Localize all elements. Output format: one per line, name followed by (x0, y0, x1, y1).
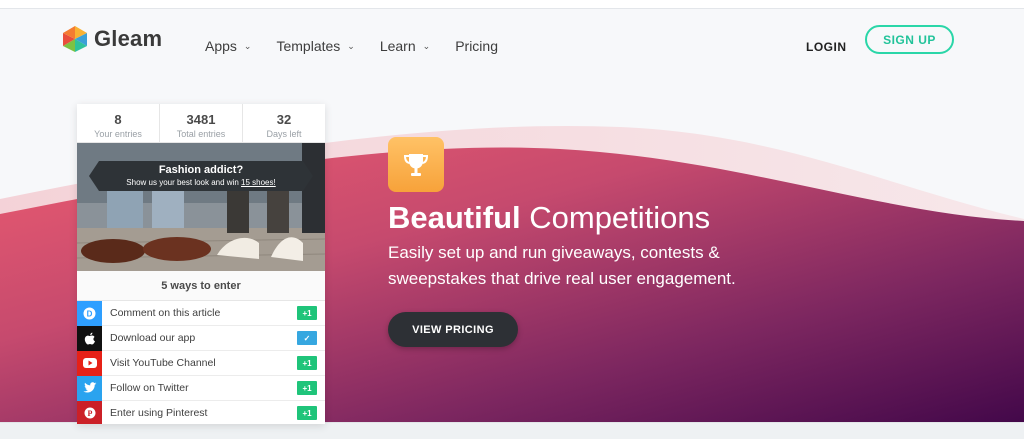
entry-option-twitter[interactable]: Follow on Twitter +1 (77, 375, 325, 401)
brand-logo[interactable]: Gleam (60, 24, 162, 54)
entry-label: Follow on Twitter (110, 382, 189, 394)
entry-label: Download our app (110, 332, 196, 344)
hero-headline: Beautiful Competitions (388, 200, 710, 236)
headline-bold: Beautiful (388, 200, 521, 235)
chevron-down-icon: ⌄ (422, 40, 431, 51)
chevron-down-icon: ⌄ (243, 40, 252, 51)
pinterest-icon: P (77, 400, 102, 424)
promo-banner: Fashion addict? Show us your best look a… (89, 161, 313, 191)
stat-value: 32 (276, 112, 292, 127)
competition-photo: Fashion addict? Show us your best look a… (77, 143, 325, 271)
login-link[interactable]: LOGIN (806, 40, 847, 54)
banner-title: Fashion addict? (158, 164, 244, 176)
entry-option-comment[interactable]: D Comment on this article +1 (77, 300, 325, 326)
stat-label: Your entries (94, 129, 142, 139)
entry-option-app[interactable]: Download our app ✓ (77, 325, 325, 351)
banner-subtitle-text: Show us your best look and win (126, 178, 242, 187)
nav-item-label: Learn (379, 38, 416, 54)
main-nav: Apps ⌄ Templates ⌄ Learn ⌄ Pricing (205, 38, 523, 54)
nav-item-label: Templates (276, 38, 341, 54)
entry-completed-check-icon: ✓ (297, 331, 317, 345)
signup-button[interactable]: SIGN UP (865, 25, 954, 54)
entry-label: Visit YouTube Channel (110, 357, 216, 369)
stat-value: 8 (114, 112, 122, 127)
entry-option-youtube[interactable]: Visit YouTube Channel +1 (77, 350, 325, 376)
entry-label: Comment on this article (110, 307, 221, 319)
headline-rest: Competitions (520, 200, 711, 235)
entry-points-badge: +1 (297, 356, 317, 370)
stat-your-entries: 8 Your entries (77, 104, 160, 142)
stat-label: Days left (266, 129, 302, 139)
disqus-icon: D (77, 300, 102, 326)
view-pricing-button[interactable]: VIEW PRICING (388, 312, 518, 347)
nav-item-label: Pricing (455, 38, 498, 54)
svg-text:P: P (87, 409, 92, 418)
youtube-icon (77, 350, 102, 376)
svg-text:D: D (87, 309, 93, 318)
stat-value: 3481 (186, 112, 216, 127)
brand-name: Gleam (94, 26, 163, 51)
nav-item-learn[interactable]: Learn ⌄ (380, 38, 430, 54)
entry-label: Enter using Pinterest (110, 407, 208, 419)
nav-item-apps[interactable]: Apps ⌄ (205, 38, 251, 54)
hero-subheadline: Easily set up and run giveaways, contest… (388, 243, 736, 288)
nav-item-pricing[interactable]: Pricing (455, 38, 498, 54)
stat-total-entries: 3481 Total entries (160, 104, 243, 142)
chevron-down-icon: ⌄ (347, 40, 355, 51)
footer-strip (0, 422, 1024, 439)
entry-points-badge: +1 (297, 381, 317, 395)
browser-top-strip (0, 0, 1024, 9)
nav-item-templates[interactable]: Templates ⌄ (276, 38, 354, 54)
stat-days-left: 32 Days left (243, 104, 325, 142)
banner-prize-link[interactable]: 15 shoes! (241, 178, 276, 187)
entry-points-badge: +1 (297, 406, 317, 420)
apple-icon (77, 325, 102, 351)
gleam-logo-icon (63, 26, 87, 52)
nav-item-label: Apps (205, 38, 237, 54)
twitter-icon (77, 375, 102, 401)
entry-points-badge: +1 (297, 306, 317, 320)
banner-subtitle: Show us your best look and win 15 shoes! (99, 178, 303, 187)
ways-to-enter-header: 5 ways to enter (77, 271, 325, 301)
entry-option-pinterest[interactable]: P Enter using Pinterest +1 (77, 400, 325, 424)
stat-label: Total entries (176, 129, 226, 139)
trophy-icon (388, 137, 444, 192)
competition-widget: 8 Your entries 3481 Total entries 32 Day… (77, 104, 325, 424)
widget-stats: 8 Your entries 3481 Total entries 32 Day… (77, 104, 325, 143)
